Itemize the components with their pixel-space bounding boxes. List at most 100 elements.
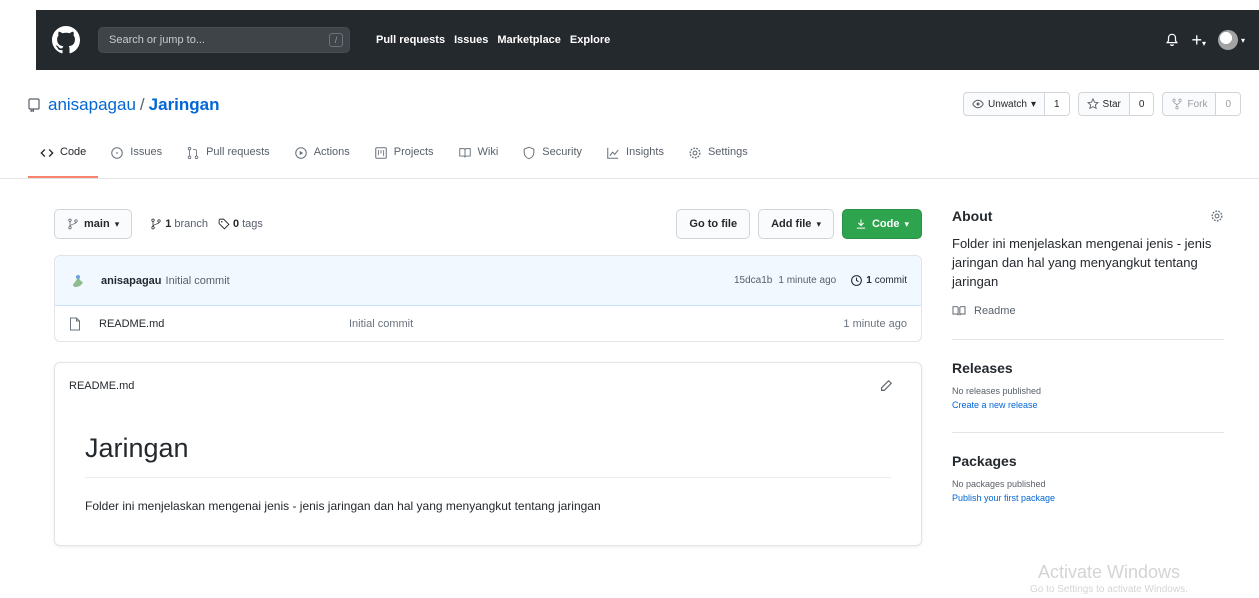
repo-owner-link[interactable]: anisapagau bbox=[48, 95, 136, 115]
gear-icon bbox=[689, 147, 701, 159]
sidebar: About Folder ini menjelaskan mengenai je… bbox=[952, 208, 1224, 503]
readme-header: README.md bbox=[55, 363, 921, 409]
top-bar: Search or jump to... / Pull requests Iss… bbox=[0, 0, 1259, 72]
tags-link[interactable]: 0 tags bbox=[218, 218, 263, 230]
file-actions: Go to file Add file ▾ Code ▾ bbox=[676, 209, 922, 239]
chevron-down-icon: ▾ bbox=[1030, 98, 1036, 110]
tab-label: Wiki bbox=[477, 146, 499, 158]
tab-pull-requests[interactable]: Pull requests bbox=[174, 138, 282, 178]
readme-heading: Jaringan bbox=[85, 433, 189, 463]
file-listing: anisapagau Initial commit 15dca1b 1 minu… bbox=[54, 255, 922, 342]
project-icon bbox=[374, 147, 387, 159]
tab-label: Projects bbox=[393, 146, 434, 158]
create-release-link[interactable]: Create a new release bbox=[952, 400, 1224, 410]
graph-icon bbox=[607, 147, 619, 159]
tab-issues[interactable]: Issues bbox=[98, 138, 174, 178]
commit-history-link[interactable]: 1 commit bbox=[850, 274, 907, 287]
tab-security[interactable]: Security bbox=[510, 138, 594, 178]
commit-age: 1 minute ago bbox=[778, 275, 837, 286]
branch-name: main bbox=[84, 218, 110, 230]
file-age: 1 minute ago bbox=[843, 318, 907, 330]
repo-tabs: Code Issues Pull requests Actions Projec… bbox=[28, 138, 760, 178]
watch-button[interactable]: Unwatch ▾ 1 bbox=[963, 92, 1070, 116]
tab-label: Code bbox=[60, 146, 87, 158]
fork-button[interactable]: Fork 0 bbox=[1162, 92, 1241, 116]
releases-heading[interactable]: Releases bbox=[952, 360, 1224, 376]
star-label: Star bbox=[1102, 98, 1121, 110]
add-file-button[interactable]: Add file ▾ bbox=[758, 209, 834, 239]
code-button[interactable]: Code ▾ bbox=[841, 209, 922, 239]
tag-icon bbox=[218, 218, 230, 230]
tag-count: 0 bbox=[232, 218, 240, 230]
branch-icon bbox=[68, 218, 78, 230]
packages-heading[interactable]: Packages bbox=[952, 453, 1224, 469]
download-icon bbox=[856, 219, 866, 229]
repo-name-link[interactable]: Jaringan bbox=[149, 95, 220, 115]
tab-label: Actions bbox=[313, 146, 350, 158]
tag-word: tags bbox=[242, 218, 263, 230]
readme-paragraph: Folder ini menjelaskan mengenai jenis - … bbox=[85, 499, 601, 513]
create-new-button[interactable]: +▾ bbox=[1191, 30, 1206, 51]
github-logo-icon[interactable] bbox=[52, 26, 80, 54]
branch-bar: main ▾ 1 branch 0 tags Go to file Add fi… bbox=[54, 208, 922, 240]
publish-package-link[interactable]: Publish your first package bbox=[952, 493, 1224, 503]
tab-label: Settings bbox=[707, 146, 748, 158]
gear-icon[interactable] bbox=[1210, 209, 1224, 223]
about-title: About bbox=[952, 208, 993, 224]
readme-divider bbox=[85, 477, 891, 478]
latest-commit-row: anisapagau Initial commit 15dca1b 1 minu… bbox=[55, 256, 921, 306]
star-button[interactable]: Star 0 bbox=[1077, 92, 1155, 116]
branch-word: branch bbox=[174, 218, 208, 230]
shield-icon bbox=[523, 146, 535, 160]
commit-author-link[interactable]: anisapagau bbox=[101, 275, 162, 287]
book-icon bbox=[458, 148, 471, 158]
repo-actions: Unwatch ▾ 1 Star 0 Fork 0 bbox=[963, 92, 1241, 116]
file-commit-message-link[interactable]: Initial commit bbox=[349, 318, 413, 330]
actions-icon bbox=[294, 147, 307, 159]
book-icon bbox=[952, 306, 966, 316]
tab-settings[interactable]: Settings bbox=[676, 138, 760, 178]
readme-box: README.md Jaringan Folder ini menjelaska… bbox=[54, 362, 922, 546]
watch-count[interactable]: 1 bbox=[1043, 93, 1069, 115]
go-to-file-button[interactable]: Go to file bbox=[676, 209, 751, 239]
tab-wiki[interactable]: Wiki bbox=[446, 138, 511, 178]
fork-count[interactable]: 0 bbox=[1215, 93, 1240, 115]
tabs-divider bbox=[0, 178, 1259, 179]
commit-hash-link[interactable]: 15dca1b bbox=[734, 275, 772, 286]
tab-actions[interactable]: Actions bbox=[282, 138, 362, 178]
sidebar-divider bbox=[952, 339, 1224, 340]
avatar[interactable] bbox=[69, 271, 87, 290]
star-count[interactable]: 0 bbox=[1128, 93, 1154, 115]
star-icon bbox=[1086, 98, 1099, 110]
tab-label: Security bbox=[542, 146, 583, 158]
code-label: Code bbox=[871, 218, 900, 230]
repo-header: anisapagau / Jaringan Unwatch ▾ 1 Star 0… bbox=[28, 90, 1259, 120]
branch-count: 1 bbox=[165, 218, 172, 230]
commit-message-link[interactable]: Initial commit bbox=[166, 275, 230, 287]
tab-label: Pull requests bbox=[206, 146, 270, 158]
user-menu-button[interactable]: ▾ bbox=[1217, 30, 1245, 50]
chevron-down-icon: ▾ bbox=[904, 218, 909, 229]
commit-count: 1 bbox=[866, 275, 872, 286]
branch-select-button[interactable]: main ▾ bbox=[54, 209, 133, 239]
nav-marketplace[interactable]: Marketplace bbox=[497, 34, 561, 46]
search-input[interactable]: Search or jump to... / bbox=[98, 27, 350, 53]
tab-code[interactable]: Code bbox=[28, 138, 99, 178]
pencil-icon[interactable] bbox=[879, 379, 893, 393]
nav-explore[interactable]: Explore bbox=[570, 34, 610, 46]
fork-label: Fork bbox=[1187, 98, 1208, 110]
packages-empty-text: No packages published bbox=[952, 479, 1046, 489]
bell-icon[interactable] bbox=[1165, 33, 1179, 47]
chevron-down-icon: ▾ bbox=[1201, 38, 1206, 48]
nav-issues[interactable]: Issues bbox=[454, 34, 488, 46]
add-file-label: Add file bbox=[771, 218, 812, 230]
tab-label: Issues bbox=[130, 146, 163, 158]
tab-insights[interactable]: Insights bbox=[594, 138, 676, 178]
file-name-link[interactable]: README.md bbox=[99, 318, 349, 330]
branches-link[interactable]: 1 branch bbox=[150, 218, 208, 230]
search-shortcut-key: / bbox=[329, 33, 343, 47]
tab-projects[interactable]: Projects bbox=[362, 138, 446, 178]
repo-path-separator: / bbox=[139, 95, 145, 114]
readme-link[interactable]: Readme bbox=[952, 305, 1224, 317]
nav-pull-requests[interactable]: Pull requests bbox=[376, 34, 445, 46]
